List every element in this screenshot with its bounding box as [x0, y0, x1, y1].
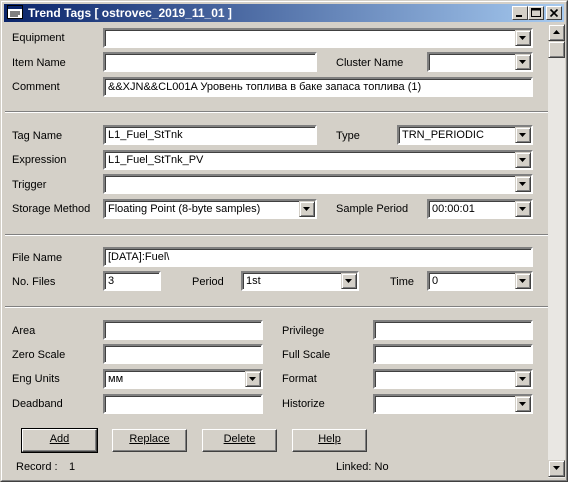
chevron-down-icon[interactable] — [245, 371, 261, 387]
sample-period-value: 00:00:01 — [432, 203, 475, 215]
time-label: Time — [390, 276, 415, 288]
file-name-label: File Name — [12, 252, 63, 264]
no-files-value: 3 — [108, 275, 115, 287]
full-scale-field[interactable] — [373, 344, 533, 364]
app-window-icon — [7, 5, 23, 21]
close-button[interactable] — [546, 6, 562, 20]
storage-method-combo[interactable]: Floating Point (8-byte samples) — [103, 199, 317, 219]
delete-button-label: Delete — [223, 433, 256, 445]
privilege-label: Privilege — [282, 325, 325, 337]
deadband-label: Deadband — [12, 398, 63, 410]
area-label: Area — [12, 325, 36, 337]
time-combo[interactable]: 0 — [427, 271, 533, 291]
file-name-field[interactable]: [DATA]:Fuel\ — [103, 247, 533, 267]
trend-tags-window: Trend Tags [ ostrovec_2019_11_01 ] Equip… — [0, 0, 568, 482]
storage-method-label: Storage Method — [12, 203, 91, 215]
zero-scale-label: Zero Scale — [12, 349, 66, 361]
type-combo[interactable]: TRN_PERIODIC — [397, 125, 533, 145]
comment-value: &&XJN&&CL001A Уровень топлива в баке зап… — [108, 81, 422, 93]
historize-label: Historize — [282, 398, 325, 410]
delete-button[interactable]: Delete — [202, 429, 277, 452]
linked-status: Linked: No — [336, 461, 389, 473]
trigger-label: Trigger — [12, 179, 47, 191]
sample-period-label: Sample Period — [336, 203, 409, 215]
chevron-down-icon[interactable] — [515, 201, 531, 217]
help-button-label: Help — [318, 433, 341, 445]
record-value: 1 — [69, 461, 76, 473]
deadband-field[interactable] — [103, 394, 263, 414]
type-label: Type — [336, 130, 360, 142]
privilege-field[interactable] — [373, 320, 533, 340]
full-scale-label: Full Scale — [282, 349, 331, 361]
minimize-button[interactable] — [512, 6, 528, 20]
trigger-combo[interactable] — [103, 174, 533, 194]
zero-scale-field[interactable] — [103, 344, 263, 364]
equipment-combo[interactable] — [103, 28, 533, 48]
chevron-down-icon[interactable] — [299, 201, 315, 217]
format-combo[interactable] — [373, 369, 533, 389]
scroll-up-button[interactable] — [548, 24, 565, 41]
section-divider — [5, 306, 548, 308]
eng-units-label: Eng Units — [12, 373, 60, 385]
time-value: 0 — [432, 275, 439, 287]
eng-units-combo[interactable]: мм — [103, 369, 263, 389]
tag-name-field[interactable]: L1_Fuel_StTnk — [103, 125, 317, 145]
expression-combo[interactable]: L1_Fuel_StTnk_PV — [103, 150, 533, 170]
add-button-label: Add — [49, 433, 70, 445]
period-combo[interactable]: 1st — [241, 271, 359, 291]
storage-method-value: Floating Point (8-byte samples) — [108, 203, 261, 215]
replace-button-label: Replace — [129, 433, 170, 445]
scroll-thumb[interactable] — [548, 41, 565, 58]
chevron-down-icon[interactable] — [341, 273, 357, 289]
record-label: Record : — [16, 461, 58, 473]
no-files-field[interactable]: 3 — [103, 271, 161, 291]
replace-button[interactable]: Replace — [112, 429, 187, 452]
item-name-label: Item Name — [12, 57, 66, 69]
comment-field[interactable]: &&XJN&&CL001A Уровень топлива в баке зап… — [103, 77, 533, 97]
chevron-down-icon[interactable] — [515, 54, 531, 70]
maximize-button[interactable] — [528, 6, 544, 20]
item-name-field[interactable] — [103, 52, 317, 72]
section-divider — [5, 111, 548, 113]
type-value: TRN_PERIODIC — [402, 129, 484, 141]
chevron-down-icon[interactable] — [515, 152, 531, 168]
cluster-name-label: Cluster Name — [336, 57, 404, 69]
sample-period-combo[interactable]: 00:00:01 — [427, 199, 533, 219]
format-label: Format — [282, 373, 317, 385]
chevron-down-icon[interactable] — [515, 176, 531, 192]
period-value: 1st — [246, 275, 261, 287]
chevron-down-icon[interactable] — [515, 371, 531, 387]
tag-name-value: L1_Fuel_StTnk — [108, 129, 183, 141]
add-button[interactable]: Add — [21, 428, 98, 453]
help-button[interactable]: Help — [292, 429, 367, 452]
area-field[interactable] — [103, 320, 263, 340]
expression-value: L1_Fuel_StTnk_PV — [108, 154, 204, 166]
file-name-value: [DATA]:Fuel\ — [108, 251, 170, 263]
cluster-name-combo[interactable] — [427, 52, 533, 72]
window-title: Trend Tags [ ostrovec_2019_11_01 ] — [28, 6, 232, 20]
expression-label: Expression — [12, 154, 67, 166]
no-files-label: No. Files — [12, 276, 56, 288]
historize-combo[interactable] — [373, 394, 533, 414]
chevron-down-icon[interactable] — [515, 127, 531, 143]
chevron-down-icon[interactable] — [515, 396, 531, 412]
equipment-label: Equipment — [12, 32, 65, 44]
chevron-down-icon[interactable] — [515, 273, 531, 289]
comment-label: Comment — [12, 81, 60, 93]
tag-name-label: Tag Name — [12, 130, 63, 142]
section-divider — [5, 234, 548, 236]
scroll-down-button[interactable] — [548, 460, 565, 477]
title-bar[interactable]: Trend Tags [ ostrovec_2019_11_01 ] — [4, 4, 564, 22]
vertical-scrollbar[interactable] — [548, 24, 565, 478]
period-label: Period — [192, 276, 224, 288]
eng-units-value: мм — [108, 373, 124, 385]
chevron-down-icon[interactable] — [515, 30, 531, 46]
